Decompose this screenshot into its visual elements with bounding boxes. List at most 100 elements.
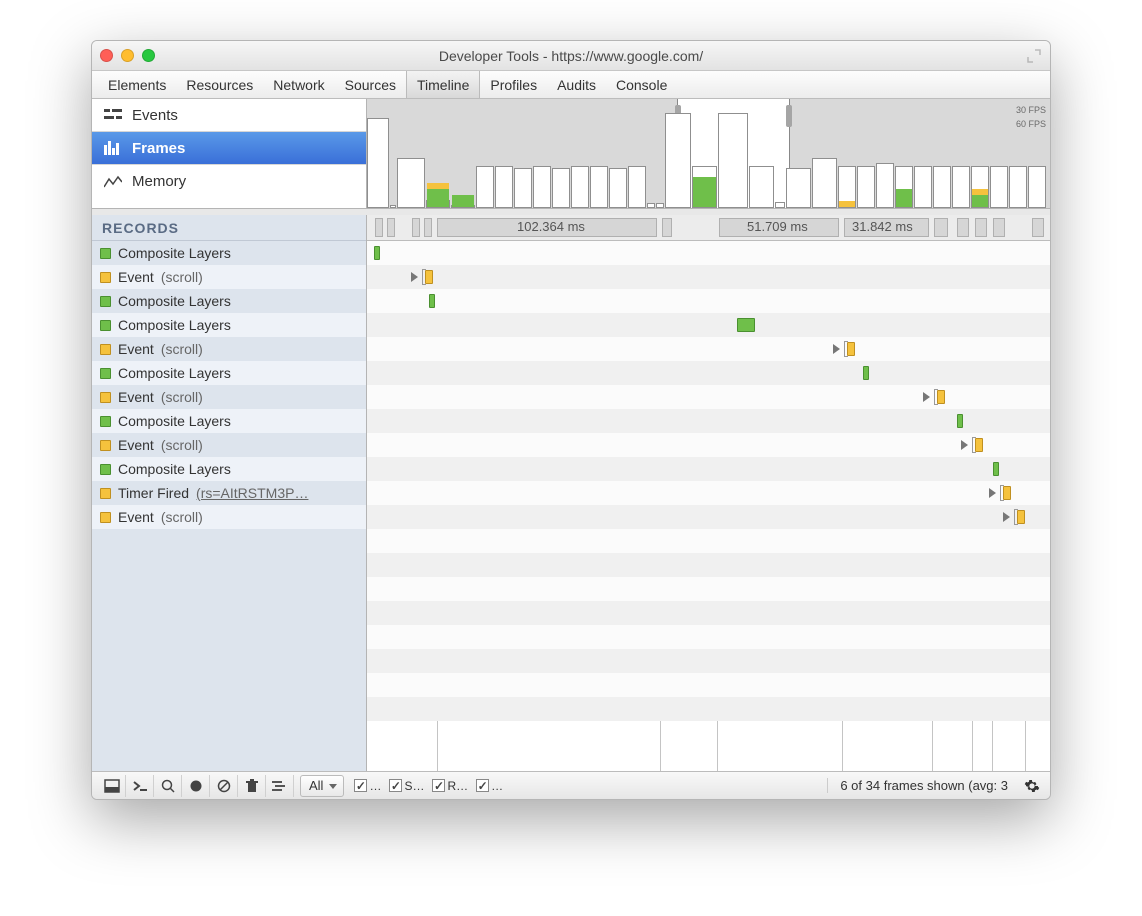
mode-frames[interactable]: Frames: [92, 132, 366, 165]
expand-arrow-icon[interactable]: [923, 392, 930, 402]
overview-frame-bar[interactable]: [495, 166, 513, 208]
settings-button[interactable]: [1020, 778, 1044, 794]
timeline-bar[interactable]: [737, 318, 755, 332]
overview-frame-bar[interactable]: [647, 203, 655, 208]
tab-console[interactable]: Console: [606, 71, 677, 98]
overview-frame-bar[interactable]: [390, 205, 396, 208]
overview-frame-bar[interactable]: [812, 158, 837, 208]
mode-memory[interactable]: Memory: [92, 165, 366, 198]
mode-events[interactable]: Events: [92, 99, 366, 132]
frame-block[interactable]: [424, 218, 432, 237]
expand-arrow-icon[interactable]: [989, 488, 996, 498]
frames-overview[interactable]: 30 FPS 60 FPS: [367, 99, 1050, 208]
timeline-detail[interactable]: 102.364 ms 51.709 ms 31.842 ms: [367, 215, 1050, 771]
timeline-bar[interactable]: [429, 294, 435, 308]
overview-frame-bar[interactable]: [426, 200, 450, 208]
overview-frame-bar[interactable]: [367, 118, 389, 208]
console-toggle-button[interactable]: [126, 775, 154, 797]
overview-frame-bar[interactable]: [971, 166, 989, 208]
frame-block[interactable]: [662, 218, 672, 237]
record-button[interactable]: [182, 775, 210, 797]
tab-timeline[interactable]: Timeline: [406, 71, 480, 98]
overview-frame-bar[interactable]: [895, 166, 913, 208]
legend-rendering[interactable]: R…: [432, 779, 468, 793]
overview-frame-bar[interactable]: [775, 202, 785, 208]
overview-frame-bar[interactable]: [397, 158, 425, 208]
record-row[interactable]: Event (scroll): [92, 337, 366, 361]
overview-frame-bar[interactable]: [718, 113, 748, 208]
frame-block[interactable]: [375, 218, 383, 237]
record-row[interactable]: Event (scroll): [92, 433, 366, 457]
frame-block[interactable]: [1032, 218, 1044, 237]
overview-frame-bar[interactable]: [451, 205, 475, 208]
record-row[interactable]: Timer Fired (rs=AItRSTM3P…: [92, 481, 366, 505]
tab-profiles[interactable]: Profiles: [480, 71, 547, 98]
timeline-bar[interactable]: [374, 246, 380, 260]
overview-frame-bar[interactable]: [749, 166, 774, 208]
filter-icon[interactable]: [266, 775, 294, 797]
overview-frame-bar[interactable]: [656, 203, 664, 208]
frame-block[interactable]: [975, 218, 987, 237]
record-row[interactable]: Composite Layers: [92, 289, 366, 313]
timeline-bar[interactable]: [1003, 486, 1011, 500]
filter-select[interactable]: All: [300, 775, 344, 797]
minimize-window-button[interactable]: [121, 49, 134, 62]
tab-network[interactable]: Network: [263, 71, 334, 98]
record-row[interactable]: Event (scroll): [92, 505, 366, 529]
timeline-bar[interactable]: [1017, 510, 1025, 524]
overview-frame-bar[interactable]: [514, 168, 532, 208]
record-row[interactable]: Event (scroll): [92, 265, 366, 289]
expand-arrow-icon[interactable]: [961, 440, 968, 450]
tab-resources[interactable]: Resources: [176, 71, 263, 98]
record-row[interactable]: Composite Layers: [92, 313, 366, 337]
overview-frame-bar[interactable]: [1028, 166, 1046, 208]
legend-loading[interactable]: …: [354, 779, 381, 793]
overview-frame-bar[interactable]: [665, 113, 691, 208]
overview-frame-bar[interactable]: [990, 166, 1008, 208]
timeline-bar[interactable]: [957, 414, 963, 428]
timeline-bar[interactable]: [937, 390, 945, 404]
overview-frame-bar[interactable]: [628, 166, 646, 208]
timeline-bar[interactable]: [425, 270, 433, 284]
overview-frame-bar[interactable]: [933, 166, 951, 208]
zoom-window-button[interactable]: [142, 49, 155, 62]
overview-frame-bar[interactable]: [876, 163, 894, 208]
frame-block[interactable]: [957, 218, 969, 237]
overview-frame-bar[interactable]: [857, 166, 875, 208]
overview-frame-bar[interactable]: [552, 168, 570, 208]
record-row[interactable]: Event (scroll): [92, 385, 366, 409]
record-row[interactable]: Composite Layers: [92, 361, 366, 385]
tab-audits[interactable]: Audits: [547, 71, 606, 98]
garbage-collect-button[interactable]: [238, 775, 266, 797]
close-window-button[interactable]: [100, 49, 113, 62]
timeline-bar[interactable]: [993, 462, 999, 476]
overview-frame-bar[interactable]: [914, 166, 932, 208]
dock-button[interactable]: [98, 775, 126, 797]
records-list[interactable]: Composite LayersEvent (scroll)Composite …: [92, 241, 366, 771]
timeline-bar[interactable]: [847, 342, 855, 356]
overview-frame-bar[interactable]: [786, 168, 811, 208]
tab-elements[interactable]: Elements: [98, 71, 176, 98]
overview-frame-bar[interactable]: [609, 168, 627, 208]
overview-frame-bar[interactable]: [838, 166, 856, 208]
tab-sources[interactable]: Sources: [335, 71, 406, 98]
record-row[interactable]: Composite Layers: [92, 241, 366, 265]
overview-frame-bar[interactable]: [571, 166, 589, 208]
overview-frame-bar[interactable]: [952, 166, 970, 208]
frame-block[interactable]: [412, 218, 420, 237]
timeline-bar[interactable]: [975, 438, 983, 452]
overview-frame-bar[interactable]: [692, 166, 717, 208]
record-row[interactable]: Composite Layers: [92, 409, 366, 433]
timeline-bar[interactable]: [863, 366, 869, 380]
overview-frame-bar[interactable]: [533, 166, 551, 208]
clear-button[interactable]: [210, 775, 238, 797]
expand-arrow-icon[interactable]: [411, 272, 418, 282]
overview-frame-bar[interactable]: [476, 166, 494, 208]
record-row[interactable]: Composite Layers: [92, 457, 366, 481]
expand-arrow-icon[interactable]: [1003, 512, 1010, 522]
overview-frame-bar[interactable]: [1009, 166, 1027, 208]
search-button[interactable]: [154, 775, 182, 797]
frame-block[interactable]: [993, 218, 1005, 237]
fullscreen-icon[interactable]: [1026, 48, 1042, 64]
legend-painting[interactable]: …: [476, 779, 503, 793]
